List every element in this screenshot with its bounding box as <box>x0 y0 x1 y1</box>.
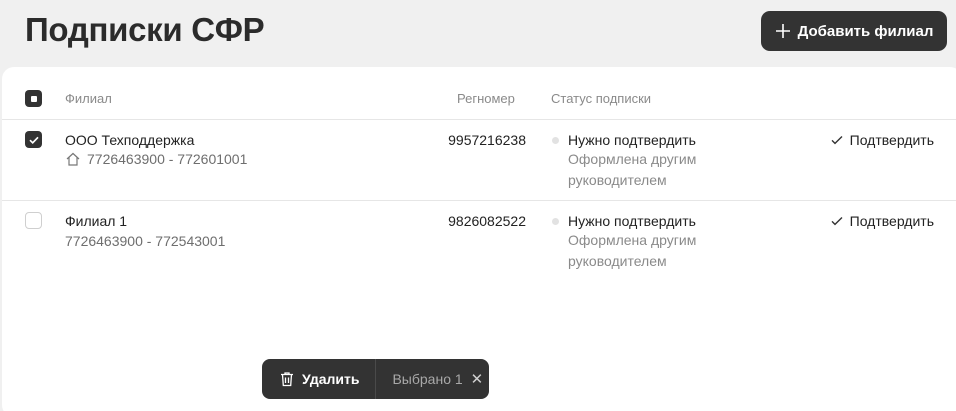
header-divider <box>2 119 956 120</box>
close-icon[interactable]: ✕ <box>471 370 484 388</box>
row-checkbox-checked[interactable] <box>25 131 42 148</box>
branch-name: Филиал 1 <box>65 213 128 229</box>
add-branch-label: Добавить филиал <box>797 22 934 40</box>
branch-regnum: 9826082522 <box>448 213 526 229</box>
branch-name: ООО Техподдержка <box>65 132 195 148</box>
status-dot <box>552 137 559 144</box>
select-all-checkbox[interactable] <box>25 90 42 107</box>
plus-icon <box>775 24 790 38</box>
indeterminate-icon <box>30 95 37 102</box>
status-note: Оформлена другим руководителем <box>568 232 697 269</box>
confirm-button[interactable]: Подтвердить <box>830 132 934 148</box>
check-icon <box>28 136 39 144</box>
column-header-status: Статус подписки <box>551 91 652 106</box>
selection-bar: Удалить Выбрано 1 ✕ <box>262 359 489 399</box>
status-dot <box>552 218 559 225</box>
selected-count: Выбрано 1 ✕ <box>392 370 484 388</box>
check-icon <box>831 217 843 226</box>
column-header-regnum: Регномер <box>457 91 515 106</box>
branch-inn-kpp: 7726463900 - 772543001 <box>65 233 226 249</box>
row-checkbox[interactable] <box>25 212 42 229</box>
branch-regnum: 9957216238 <box>448 132 526 148</box>
add-branch-button[interactable]: Добавить филиал <box>761 11 947 51</box>
row-divider <box>2 200 956 201</box>
home-icon <box>66 152 80 166</box>
status-text: Нужно подтвердить <box>568 213 696 229</box>
column-header-branch: Филиал <box>65 91 112 106</box>
status-note: Оформлена другим руководителем <box>568 151 697 188</box>
check-icon <box>831 136 843 145</box>
page-title: Подписки СФР <box>25 11 265 48</box>
status-text: Нужно подтвердить <box>568 132 696 148</box>
branch-inn-kpp: 7726463900 - 772601001 <box>65 151 247 167</box>
delete-button[interactable]: Удалить <box>262 359 375 399</box>
trash-icon <box>281 372 293 387</box>
confirm-button[interactable]: Подтвердить <box>830 213 934 229</box>
